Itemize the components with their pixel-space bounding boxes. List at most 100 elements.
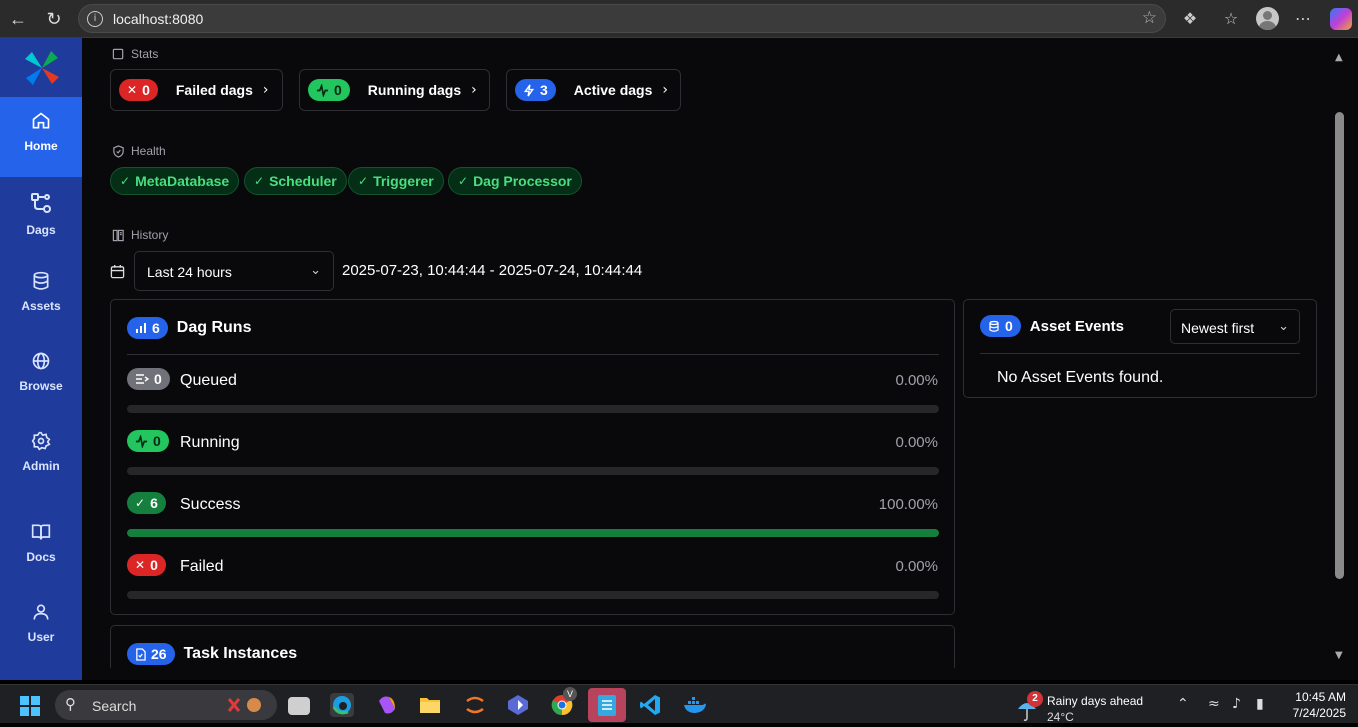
chevron-right-icon: › [662, 82, 668, 98]
copilot-app-icon[interactable] [375, 693, 399, 717]
docker-icon[interactable] [682, 693, 706, 717]
health-item-label: Triggerer [373, 173, 434, 189]
sidebar-item-browse[interactable]: Browse [0, 337, 82, 417]
history-label-text: History [131, 228, 169, 242]
asset-events-count-badge: 0 [980, 315, 1021, 337]
visual-studio-icon[interactable] [506, 693, 530, 717]
profile-avatar[interactable] [1256, 7, 1279, 30]
tray-chevron-up-icon[interactable]: ⌃ [1177, 696, 1189, 712]
task-instances-title: Task Instances [183, 645, 298, 662]
system-clock[interactable]: 10:45 AM 7/24/2025 [1293, 689, 1346, 721]
reload-icon[interactable]: ↻ [42, 7, 66, 31]
running-count-badge: 0 [308, 79, 350, 101]
scroll-up-arrow-icon[interactable]: ▲ [1335, 52, 1343, 63]
success-progress-bar [127, 529, 939, 537]
file-check-icon [136, 647, 146, 661]
sidebar-item-assets[interactable]: Assets [0, 257, 82, 337]
scroll-down-arrow-icon[interactable]: ▼ [1335, 650, 1343, 661]
favorites-icon[interactable]: ☆ [1219, 7, 1243, 31]
sidebar-item-home[interactable]: Home [0, 97, 82, 177]
site-info-icon[interactable]: i [87, 11, 103, 27]
extensions-icon[interactable]: ❖ [1178, 7, 1202, 31]
sidebar-item-docs[interactable]: Docs [0, 508, 82, 588]
shield-icon [113, 144, 124, 158]
address-bar[interactable]: i localhost:8080 ☆ [78, 4, 1166, 33]
book-icon [31, 524, 51, 540]
taskbar-search[interactable]: ⚲ Search [55, 690, 277, 720]
stats-label: Stats [112, 47, 158, 61]
volume-icon[interactable]: ♪ [1232, 696, 1241, 712]
sidebar-item-dags[interactable]: Dags [0, 177, 82, 257]
weather-badge: 2 [1027, 691, 1043, 707]
failed-count: 0 [142, 82, 150, 98]
chrome-icon[interactable]: V [550, 687, 577, 717]
history-label: History [112, 228, 168, 242]
failed-badge: ✕ 0 [127, 554, 166, 576]
history-icon [112, 229, 124, 241]
divider [127, 354, 939, 355]
time-range-select[interactable]: Last 24 hours ⌄ [134, 251, 334, 291]
task-view-icon[interactable] [288, 697, 310, 715]
date-range-text: 2025-07-23, 10:44:44 - 2025-07-24, 10:44… [342, 262, 643, 279]
windows-start-icon[interactable] [20, 696, 40, 716]
success-count: 6 [150, 495, 158, 511]
check-icon: ✓ [135, 496, 146, 510]
failed-dags-card[interactable]: ✕ 0 Failed dags › [110, 69, 283, 111]
sort-select[interactable]: Newest first ⌄ [1170, 309, 1300, 344]
running-dags-title: Running dags [367, 82, 462, 98]
dag-runs-card: 6 Dag Runs 0 Queued 0.00% 0 Running 0.00… [110, 299, 955, 615]
active-dags-card[interactable]: 3 Active dags › [506, 69, 681, 111]
favorite-star-icon[interactable]: ☆ [1142, 8, 1157, 28]
home-icon [32, 112, 50, 129]
user-icon [33, 604, 49, 620]
file-explorer-icon[interactable] [418, 693, 442, 717]
failed-progress-bar [127, 591, 939, 599]
copilot-icon[interactable] [1330, 8, 1352, 30]
queued-pct: 0.00% [895, 372, 938, 389]
active-count: 3 [540, 82, 548, 98]
running-dags-card[interactable]: 0 Running dags › [299, 69, 490, 111]
dag-runs-header: 6 Dag Runs [127, 317, 251, 339]
sidebar-item-user[interactable]: User [0, 588, 82, 668]
vscode-icon[interactable] [638, 693, 662, 717]
search-highlight-icon [227, 698, 261, 712]
back-arrow-icon[interactable]: ← [6, 7, 30, 31]
edge-browser-icon[interactable] [330, 693, 354, 717]
failed-dags-title: Failed dags [175, 82, 253, 98]
asset-events-title: Asset Events [1029, 317, 1125, 335]
task-instances-header: 26 Task Instances [127, 643, 297, 665]
failed-pct: 0.00% [895, 558, 938, 575]
battery-icon[interactable]: ▮ [1256, 696, 1264, 712]
x-icon: ✕ [127, 83, 138, 97]
dags-icon [31, 193, 51, 213]
page-scrollbar[interactable]: ▲ ▼ [1332, 50, 1348, 668]
failed-count: 0 [150, 557, 158, 573]
chevron-down-icon: ⌄ [310, 263, 321, 278]
lightning-icon [523, 84, 535, 96]
asset-events-count: 0 [1005, 318, 1013, 334]
browser-toolbar: ← ↻ i localhost:8080 ☆ ❖ ☆ ⋯ [0, 0, 1358, 38]
more-menu-icon[interactable]: ⋯ [1291, 7, 1315, 31]
chevron-right-icon: › [471, 82, 477, 98]
airflow-app: Home Dags Assets Browse Admin Docs User [0, 38, 1358, 680]
notepad-icon[interactable] [588, 688, 626, 722]
jupyter-icon[interactable] [463, 693, 487, 717]
activity-icon [135, 434, 148, 448]
bar-chart-icon [136, 323, 146, 333]
airflow-logo[interactable] [23, 49, 61, 87]
health-badge-scheduler: ✓ Scheduler [244, 167, 347, 195]
running-pct: 0.00% [895, 434, 938, 451]
asset-events-card: 0 Asset Events Newest first ⌄ No Asset E… [963, 299, 1317, 398]
square-icon [112, 48, 124, 59]
health-label: Health [112, 144, 166, 158]
clock-date: 7/24/2025 [1292, 706, 1346, 720]
queued-badge: 0 [127, 368, 170, 390]
scroll-thumb[interactable] [1335, 112, 1344, 579]
sidebar-item-label: Browse [19, 379, 63, 393]
sidebar-item-label: Dags [26, 223, 56, 237]
asset-events-header: 0 Asset Events [980, 315, 1124, 337]
wifi-icon[interactable]: ≈ [1208, 696, 1220, 712]
health-item-label: MetaDatabase [135, 173, 230, 189]
sidebar-item-admin[interactable]: Admin [0, 417, 82, 497]
active-dags-title: Active dags [573, 82, 653, 98]
